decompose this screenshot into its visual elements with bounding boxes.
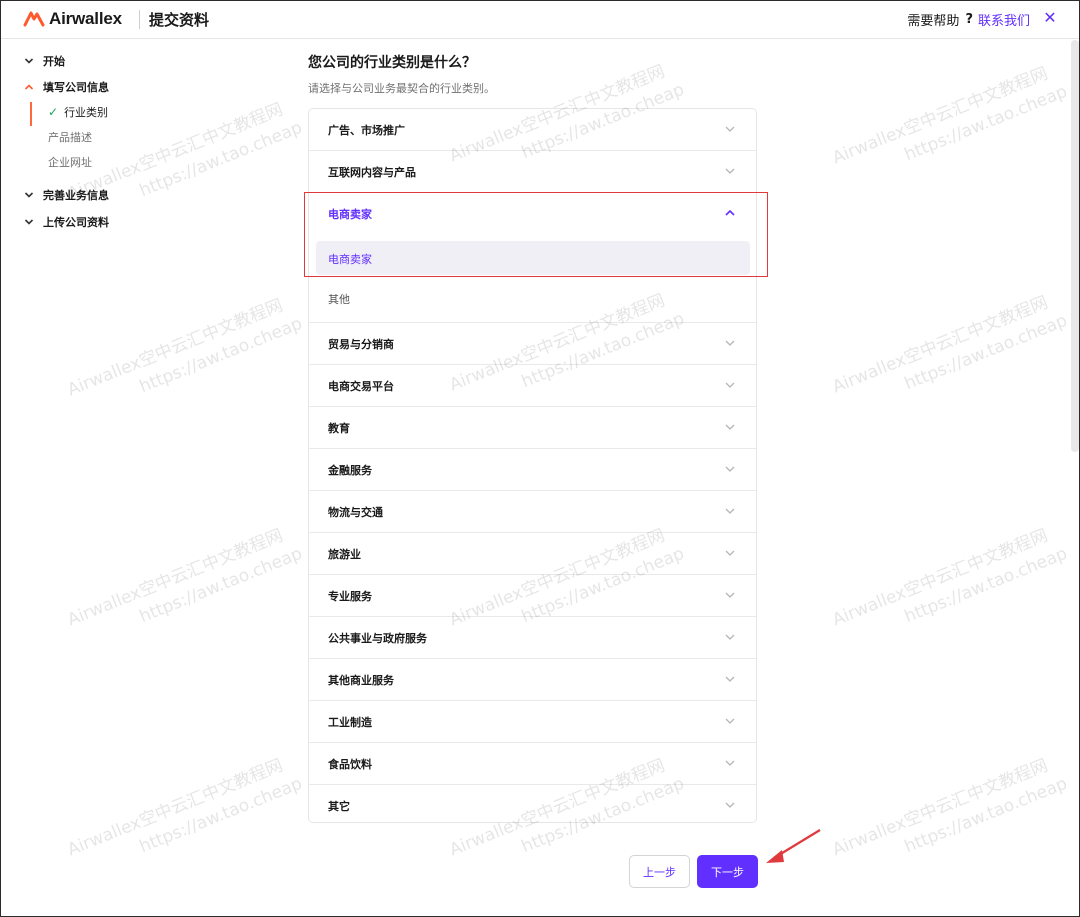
category-row[interactable]: 广告、市场推广 — [309, 109, 756, 151]
chevron-down-icon — [725, 802, 735, 808]
category-label: 广告、市场推广 — [328, 124, 405, 137]
category-label: 其它 — [328, 800, 350, 813]
chevron-down-icon — [725, 340, 735, 346]
chevron-down-icon — [22, 188, 36, 202]
category-label: 工业制造 — [328, 716, 372, 729]
sidebar-section-company-info[interactable]: 填写公司信息 — [22, 78, 109, 96]
close-icon[interactable]: ✕ — [1043, 10, 1057, 26]
chevron-down-icon — [725, 550, 735, 556]
previous-step-button[interactable]: 上一步 — [629, 855, 690, 888]
category-row[interactable]: 专业服务 — [309, 575, 756, 617]
category-row[interactable]: 物流与交通 — [309, 491, 756, 533]
chevron-down-icon — [725, 592, 735, 598]
category-label: 金融服务 — [328, 464, 372, 477]
sidebar-item-label: 产品描述 — [48, 131, 92, 144]
chevron-down-icon — [22, 54, 36, 68]
chevron-down-icon — [725, 718, 735, 724]
category-label: 教育 — [328, 422, 350, 435]
chevron-down-icon — [725, 424, 735, 430]
option-other[interactable]: 其他 — [316, 281, 750, 315]
category-label: 食品饮料 — [328, 758, 372, 771]
next-step-button[interactable]: 下一步 — [697, 855, 758, 888]
chevron-down-icon — [725, 126, 735, 132]
check-icon: ✓ — [48, 105, 59, 119]
sidebar-item-website[interactable]: 企业网址 — [48, 154, 92, 170]
question-hint: 请选择与公司业务最契合的行业类别。 — [308, 82, 495, 95]
category-row[interactable]: 互联网内容与产品 — [309, 151, 756, 193]
category-label: 物流与交通 — [328, 506, 383, 519]
category-label: 专业服务 — [328, 590, 372, 603]
chevron-down-icon — [725, 168, 735, 174]
category-row[interactable]: 电商交易平台 — [309, 365, 756, 407]
sidebar-item-industry[interactable]: ✓ 行业类别 — [48, 104, 108, 120]
category-label: 旅游业 — [328, 548, 361, 561]
category-row[interactable]: 食品饮料 — [309, 743, 756, 785]
category-row[interactable]: 教育 — [309, 407, 756, 449]
sidebar-section-upload-docs[interactable]: 上传公司资料 — [22, 213, 109, 231]
category-label: 电商交易平台 — [328, 380, 394, 393]
category-label: 其他商业服务 — [328, 674, 394, 687]
sidebar-section-label: 开始 — [43, 55, 65, 68]
help-area: 需要帮助 ? 联系我们 — [907, 10, 1030, 29]
scrollbar[interactable] — [1071, 40, 1079, 452]
page-title: 提交资料 — [149, 11, 210, 29]
chevron-down-icon — [725, 634, 735, 640]
sidebar-item-product-description[interactable]: 产品描述 — [48, 129, 92, 145]
category-row[interactable]: 金融服务 — [309, 449, 756, 491]
category-row[interactable]: 贸易与分销商 — [309, 323, 756, 365]
help-question-icon: ? — [965, 12, 973, 27]
chevron-up-icon — [22, 80, 36, 94]
contact-us-link[interactable]: 联系我们 — [978, 10, 1030, 29]
sidebar-section-business-info[interactable]: 完善业务信息 — [22, 186, 109, 204]
category-row[interactable]: 工业制造 — [309, 701, 756, 743]
top-header: Airwallex 提交资料 需要帮助 ? 联系我们 ✕ — [1, 1, 1079, 39]
sidebar-item-label: 企业网址 — [48, 156, 92, 169]
category-row[interactable]: 其它 — [309, 785, 756, 827]
chevron-down-icon — [725, 676, 735, 682]
question-title: 您公司的行业类别是什么？ — [308, 55, 476, 71]
annotation-arrow-icon — [766, 829, 821, 863]
chevron-down-icon — [725, 760, 735, 766]
category-label: 公共事业与政府服务 — [328, 632, 427, 645]
chevron-down-icon — [725, 382, 735, 388]
airwallex-logo-icon — [23, 11, 45, 27]
category-row[interactable]: 旅游业 — [309, 533, 756, 575]
option-label: 其他 — [328, 293, 350, 306]
category-row[interactable]: 公共事业与政府服务 — [309, 617, 756, 659]
brand-logo[interactable]: Airwallex — [23, 9, 122, 29]
category-label: 互联网内容与产品 — [328, 166, 416, 179]
sidebar-section-start[interactable]: 开始 — [22, 52, 65, 70]
sidebar-section-label: 完善业务信息 — [43, 189, 109, 202]
sidebar-sub-steps: ✓ 行业类别 产品描述 企业网址 — [30, 100, 250, 172]
header-divider — [139, 10, 140, 29]
sidebar-section-label: 填写公司信息 — [43, 81, 109, 94]
chevron-down-icon — [22, 215, 36, 229]
sidebar-section-label: 上传公司资料 — [43, 216, 109, 229]
category-row[interactable]: 其他商业服务 — [309, 659, 756, 701]
active-step-indicator — [30, 102, 32, 126]
sidebar-item-label: 行业类别 — [64, 106, 109, 119]
chevron-down-icon — [725, 466, 735, 472]
category-label: 贸易与分销商 — [328, 338, 394, 351]
brand-name: Airwallex — [49, 9, 122, 28]
help-label: 需要帮助 — [907, 14, 960, 29]
highlight-annotation-box — [304, 192, 768, 277]
chevron-down-icon — [725, 508, 735, 514]
